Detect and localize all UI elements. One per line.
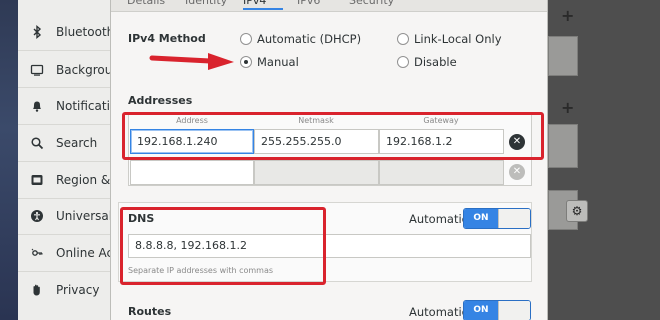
tab-ipv6[interactable]: IPv6 (297, 0, 337, 10)
addresses-label: Addresses (128, 94, 193, 107)
annotation-highlight-addresses (122, 112, 544, 160)
radio-disable[interactable]: Disable (397, 55, 457, 69)
region-icon (30, 173, 44, 187)
radio-link-local-only[interactable]: Link-Local Only (397, 32, 502, 46)
switch-on-label: ON (464, 301, 498, 320)
switch-on-label: ON (464, 209, 498, 228)
bell-icon (30, 99, 44, 113)
annotation-highlight-dns (120, 207, 326, 285)
tab-security[interactable]: Security (349, 0, 411, 10)
netmask-field[interactable] (254, 160, 379, 185)
sidebar-item-label: Bluetooth (56, 25, 115, 39)
hand-icon (30, 283, 44, 297)
background-icon (30, 63, 44, 77)
radio-indicator (397, 56, 409, 68)
switch-knob (498, 301, 530, 320)
radio-label: Link-Local Only (414, 32, 502, 46)
radio-label: Disable (414, 55, 457, 69)
tab-identity[interactable]: Identity (185, 0, 239, 10)
sidebar-item-label: Privacy (56, 283, 100, 297)
annotation-arrow-icon (149, 53, 234, 70)
radio-label: Automatic (DHCP) (257, 32, 362, 46)
bluetooth-icon (30, 25, 44, 39)
tab-ipv4[interactable]: IPv4 (243, 0, 283, 10)
add-icon[interactable]: + (561, 98, 574, 117)
radio-manual[interactable]: Manual (240, 55, 299, 69)
dns-automatic-switch[interactable]: ON (463, 208, 531, 229)
gateway-field[interactable] (379, 160, 504, 185)
tab-details[interactable]: Details (127, 0, 167, 10)
desktop-wallpaper (0, 0, 18, 320)
address-field[interactable] (130, 160, 254, 185)
delete-address-button[interactable]: ✕ (509, 164, 525, 180)
routes-automatic-switch[interactable]: ON (463, 300, 531, 320)
dns-automatic-label: Automatic (409, 212, 468, 226)
radio-automatic-dhcp[interactable]: Automatic (DHCP) (240, 32, 361, 46)
background-card (548, 36, 578, 76)
sidebar-item-label: Search (56, 136, 98, 150)
add-icon[interactable]: + (561, 6, 574, 25)
routes-automatic-label: Automatic (409, 305, 468, 319)
radio-label: Manual (257, 55, 299, 69)
radio-indicator (397, 33, 409, 45)
gear-icon[interactable]: ⚙ (566, 200, 588, 222)
dialog-tabs: Details Identity IPv4 IPv6 Security (111, 0, 547, 12)
routes-label: Routes (128, 305, 172, 318)
accessibility-icon (30, 209, 44, 223)
radio-indicator (240, 33, 252, 45)
search-icon (30, 136, 44, 150)
online-accounts-icon (30, 246, 44, 260)
background-card (548, 124, 578, 168)
radio-indicator-selected (240, 56, 252, 68)
ipv4-method-label: IPv4 Method (128, 32, 206, 45)
switch-knob (498, 209, 530, 228)
